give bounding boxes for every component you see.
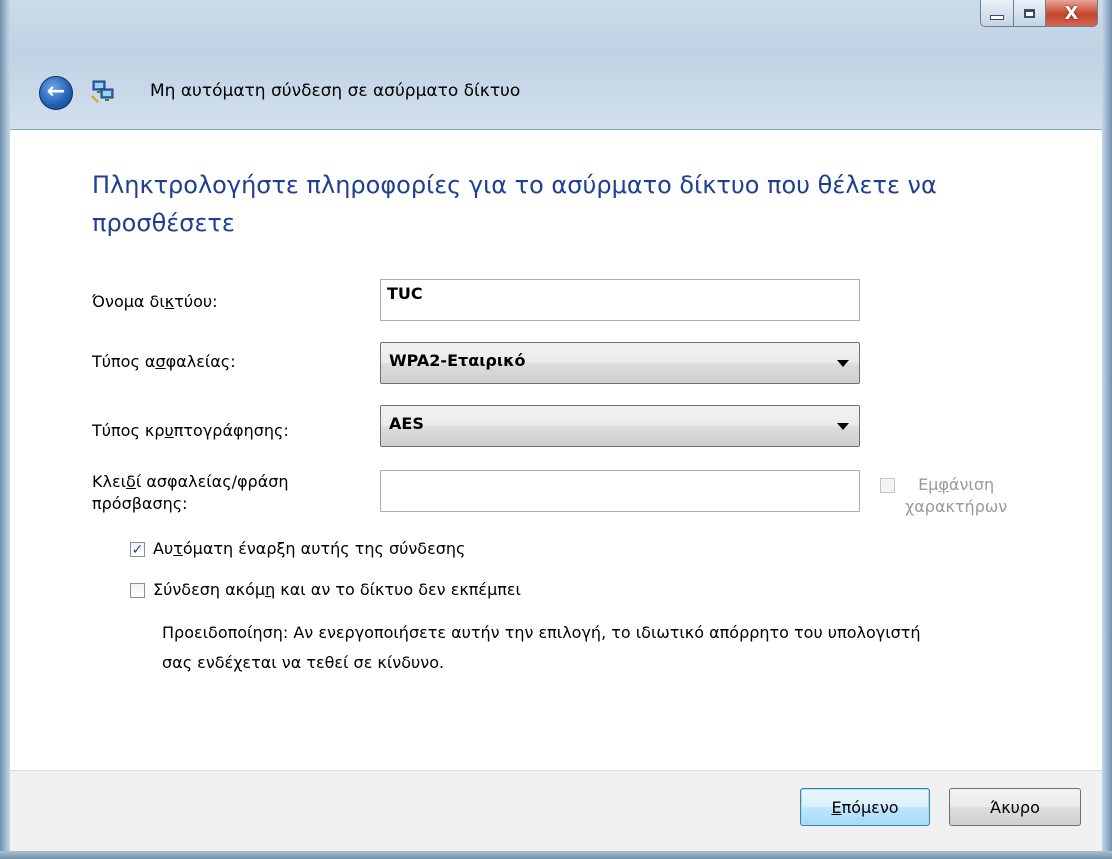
encryption-type-value: AES [389,414,424,433]
security-type-value: WPA2-Εταιρικό [389,351,526,370]
privacy-warning-text: Προειδοποίηση: Αν ενεργοποιήσετε αυτήν τ… [162,623,921,672]
security-type-dropdown[interactable]: WPA2-Εταιρικό [380,342,860,384]
close-icon: X [1064,2,1079,24]
show-characters-checkbox[interactable] [880,478,895,493]
network-name-input[interactable]: TUC [380,279,860,321]
window-frame-bottom [0,851,1112,859]
auto-start-checkbox[interactable]: ✓ [130,542,145,557]
minimize-button[interactable] [980,0,1014,27]
encryption-type-label: Τύπος κρυπτογράφησης: [92,421,289,440]
chevron-down-icon [837,360,849,367]
cancel-button[interactable]: Άκυρο [949,788,1081,826]
checkmark-icon: ✓ [131,541,144,558]
wireless-setup-window: X ← Μη αυτόματη σύνδεση σε ασύρματο δίκτ… [0,0,1112,859]
auto-start-label: Αυτόματη έναρξη αυτής της σύνδεσης [153,539,466,558]
show-characters-label: Εμφάνιση χαρακτήρων [905,475,1008,516]
network-name-value: TUC [387,284,423,303]
network-name-label: Όνομα δικτύου: [92,292,218,311]
caption-buttons: X [980,0,1098,28]
chevron-down-icon [837,423,849,430]
dialog-footer: Επόμενο Άκυρο [10,770,1102,851]
maximize-icon [1024,8,1035,18]
security-key-input[interactable] [380,470,860,512]
page-heading: Πληκτρολογήστε πληροφορίες για το ασύρμα… [92,171,937,237]
window-frame-right [1102,0,1112,859]
title-bar: X ← Μη αυτόματη σύνδεση σε ασύρματο δίκτ… [0,0,1112,130]
dialog-title: Μη αυτόματη σύνδεση σε ασύρματο δίκτυο [150,81,521,101]
back-arrow-icon: ← [46,79,66,104]
connect-hidden-checkbox[interactable] [130,583,145,598]
security-type-label: Τύπος ασφαλείας: [92,352,236,371]
back-button[interactable]: ← [39,76,73,110]
connect-hidden-label: Σύνδεση ακόμη και αν το δίκτυο δεν εκπέμ… [153,580,521,599]
next-button[interactable]: Επόμενο [800,788,930,826]
security-key-label: Κλειδί ασφαλείας/φράση πρόσβασης: [92,472,289,513]
window-frame-left [0,0,10,859]
wireless-network-icon [91,80,114,103]
close-button[interactable]: X [1046,0,1098,27]
maximize-button[interactable] [1014,0,1046,27]
minimize-icon [990,14,1004,20]
encryption-type-dropdown[interactable]: AES [380,405,860,447]
